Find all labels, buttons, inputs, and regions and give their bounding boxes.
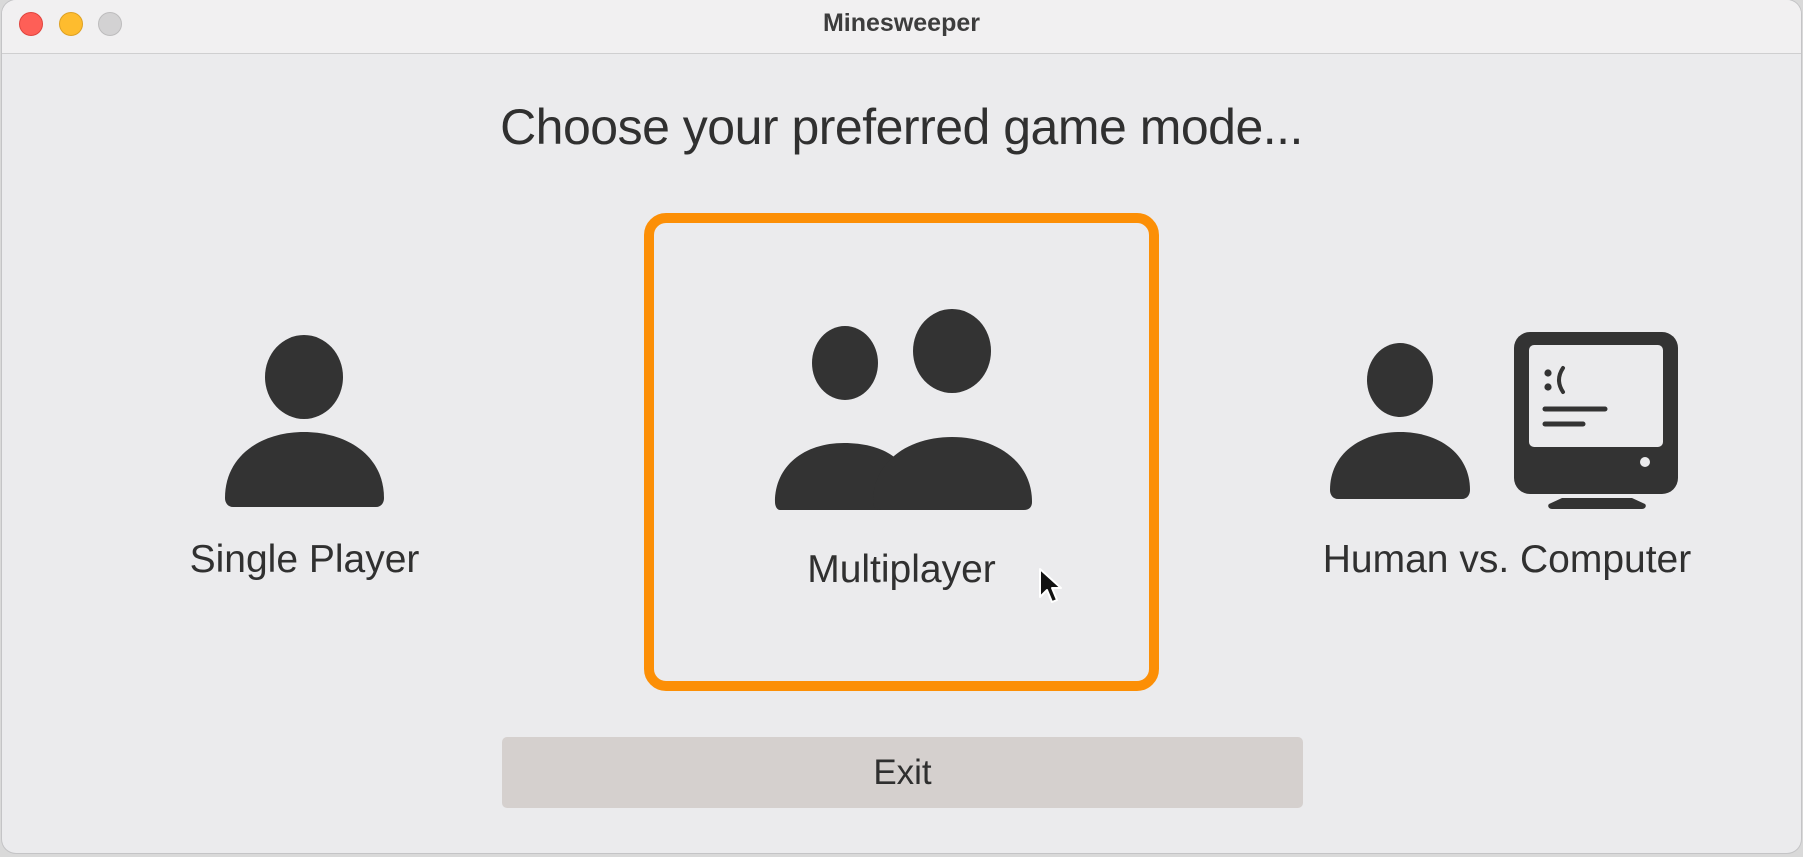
person-and-computer-icon: [1330, 332, 1678, 509]
mode-multiplayer[interactable]: Multiplayer: [644, 213, 1159, 691]
mouse-cursor-icon: [1039, 568, 1062, 603]
mode-label: Human vs. Computer: [1322, 538, 1692, 581]
exit-button[interactable]: Exit: [502, 737, 1303, 808]
mode-label: Multiplayer: [807, 548, 996, 591]
page-heading: Choose your preferred game mode...: [500, 99, 1303, 155]
mode-single-player[interactable]: Single Player: [162, 220, 447, 690]
window-title: Minesweeper: [822, 9, 980, 37]
mode-label: Single Player: [189, 538, 420, 581]
person-icon: [225, 335, 384, 507]
title-bar: Minesweeper: [2, 0, 1801, 54]
app-window: Minesweeper Choose your preferred game m…: [2, 0, 1801, 853]
two-people-icon: [775, 309, 1032, 510]
mode-human-vs-computer[interactable]: Human vs. Computer: [1312, 220, 1702, 690]
